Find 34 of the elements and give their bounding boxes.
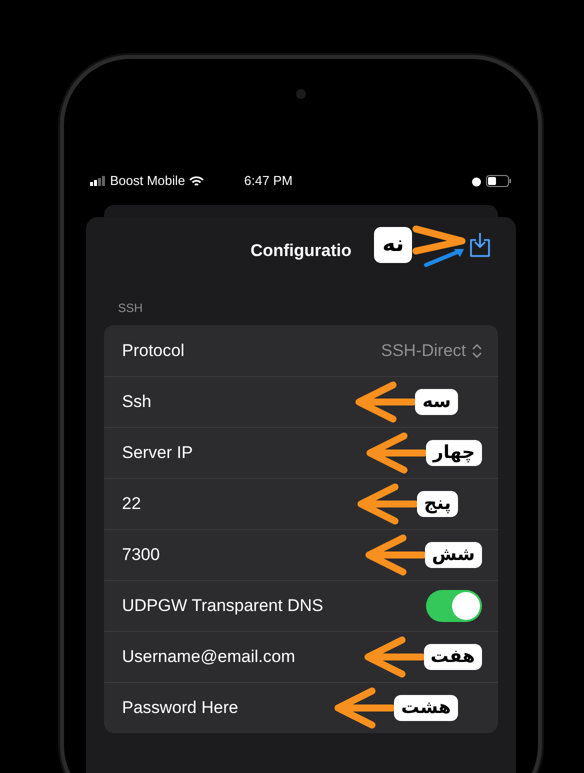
annotation-label: هشت [394,695,458,721]
carrier-name: Boost Mobile [110,172,186,190]
annotation-arrow [364,432,426,474]
battery-icon [486,175,512,187]
annotation-label: سه [415,389,458,415]
section-header: SSH [117,300,144,317]
annotation-label: پنج [416,491,458,517]
alarm-icon [471,176,482,186]
row-label: UDPGW Transparent DNS [122,595,324,618]
annotation-label: چهار [426,440,482,466]
input-field[interactable]: Server IP [122,440,193,466]
chevron-updown-icon [472,344,482,358]
signal-icon [90,176,106,186]
download-icon[interactable] [468,232,492,258]
toggle-switch[interactable] [426,590,482,622]
annotation-arrow [354,483,417,525]
input-field[interactable]: Password Here [122,695,238,721]
annotation-label: شش [424,542,482,568]
input-field[interactable]: 7300 [122,542,160,568]
input-field[interactable]: Username@email.com [122,644,296,670]
row-label: Protocol [122,340,184,362]
annotation-arrow [362,534,425,576]
annotation-arrow [362,636,424,678]
wifi-icon [189,176,204,186]
protocol-picker[interactable]: SSH-Direct [380,338,466,364]
input-field[interactable]: 22 [122,491,141,517]
camera-dot [296,89,306,99]
annotation-arrow [332,687,394,729]
input-field[interactable]: Ssh [122,389,152,415]
annotation-arrow [353,381,416,423]
annotation-label: نه [374,226,412,264]
annotation-label: هفت [424,644,482,670]
clock-time: 6:47 PM [244,172,293,190]
sheet-title: Configuratio [250,240,352,262]
